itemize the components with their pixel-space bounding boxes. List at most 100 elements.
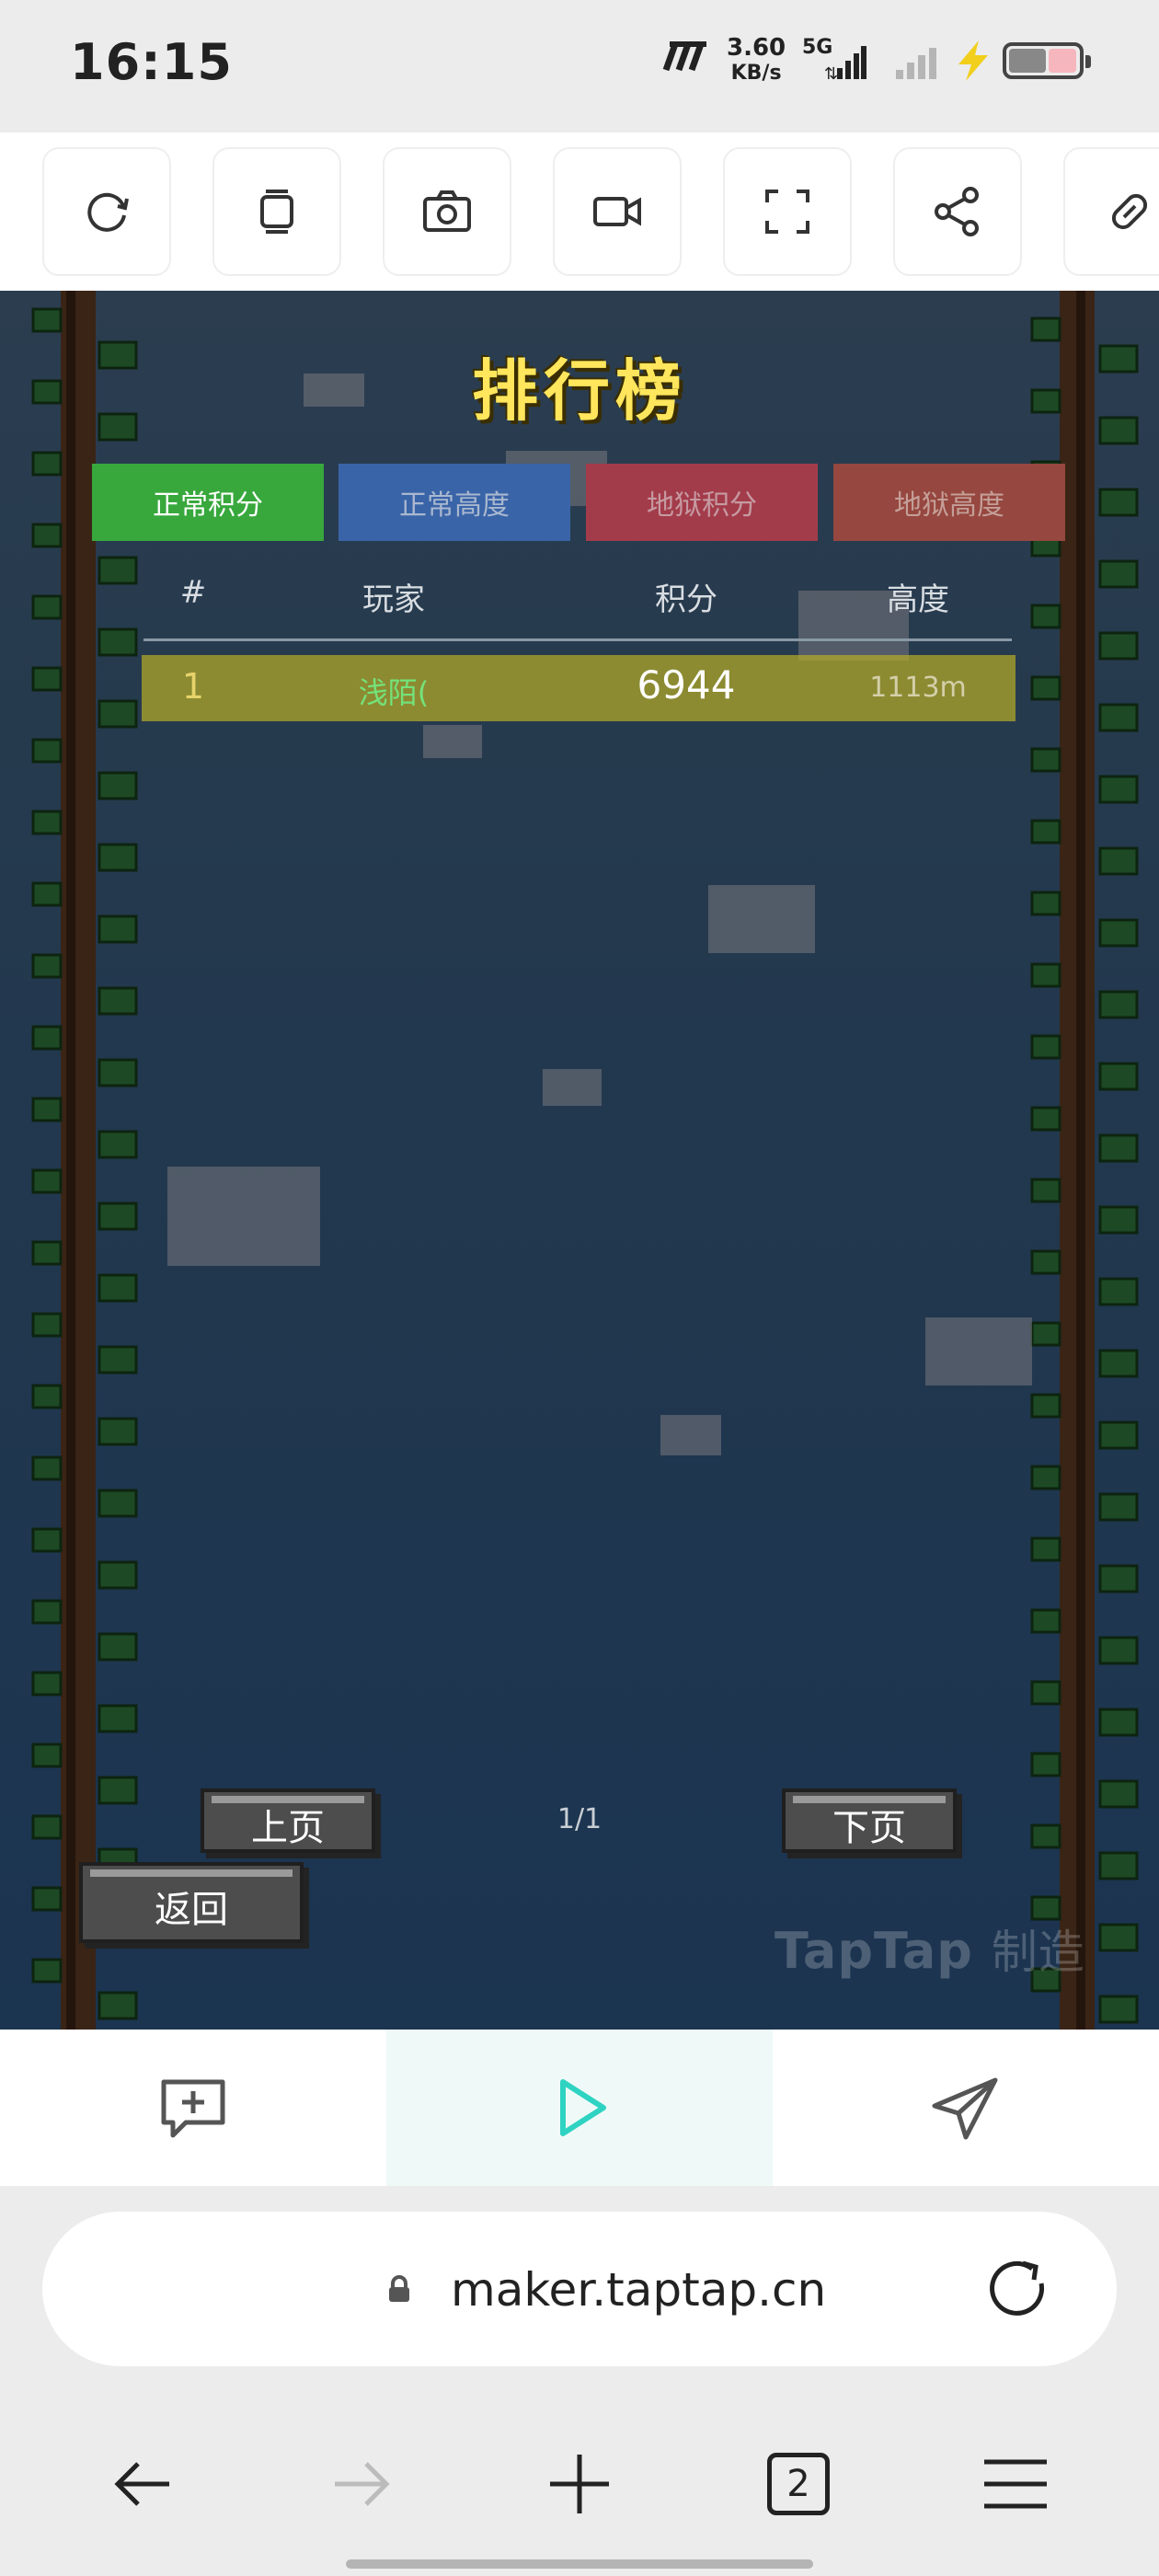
home-indicator: [346, 2559, 813, 2569]
tab-hell-score[interactable]: 地狱积分: [586, 464, 818, 541]
leaf: [31, 307, 63, 333]
leaf: [1098, 990, 1139, 1019]
leaf: [98, 1130, 138, 1159]
leaf: [98, 1704, 138, 1733]
cloud: [423, 725, 482, 758]
arrow-right-icon: [335, 2462, 390, 2506]
new-tab-button[interactable]: [534, 2438, 625, 2530]
leaf: [1098, 1420, 1139, 1450]
url-text[interactable]: maker.taptap.cn: [451, 2263, 826, 2317]
forward-nav-button[interactable]: [315, 2438, 407, 2530]
next-page-button[interactable]: 下页: [782, 1788, 957, 1853]
refresh-button[interactable]: [42, 147, 171, 276]
leaf: [31, 1168, 63, 1194]
leaf: [31, 1527, 63, 1553]
watermark-brand: TapTap: [775, 1922, 973, 1980]
leaf: [1030, 962, 1061, 988]
back-button[interactable]: 返回: [79, 1862, 304, 1943]
reload-icon[interactable]: [981, 2252, 1054, 2326]
tab-normal-height[interactable]: 正常高度: [339, 464, 570, 541]
layers-button[interactable]: [212, 147, 341, 276]
leaf: [1030, 675, 1061, 701]
leaf: [98, 1273, 138, 1303]
cloud: [660, 1415, 721, 1455]
leaf: [98, 1202, 138, 1231]
leaf: [98, 843, 138, 872]
column-header-rank: #: [179, 574, 207, 611]
leaf: [1098, 703, 1139, 732]
leaf: [1030, 1536, 1061, 1562]
leaf: [1030, 747, 1061, 773]
back-nav-button[interactable]: [98, 2438, 189, 2530]
leaf: [31, 594, 63, 620]
leaf: [1098, 1708, 1139, 1737]
video-icon: [593, 197, 641, 226]
leaf: [31, 1671, 63, 1696]
next-page-label: 下页: [832, 1807, 906, 1849]
page-indicator: 1/1: [557, 1803, 602, 1835]
leaf: [1030, 1034, 1061, 1060]
leaf: [1098, 488, 1139, 517]
game-canvas[interactable]: 排行榜 正常积分 正常高度 地狱积分 地狱高度 # 玩家 积分 高度 1 浅陌(…: [0, 291, 1159, 2030]
leaf: [1098, 1277, 1139, 1306]
leaf: [31, 1742, 63, 1768]
leaf: [1030, 1608, 1061, 1634]
leaf: [1030, 1393, 1061, 1419]
feedback-button[interactable]: [0, 2030, 386, 2186]
signal-icon: ⇅: [824, 46, 866, 81]
row-height: 1113m: [869, 672, 967, 704]
leaf: [98, 1417, 138, 1446]
leaf: [1098, 1492, 1139, 1522]
tab-hell-height[interactable]: 地狱高度: [833, 464, 1065, 541]
link-button[interactable]: [1063, 147, 1159, 276]
tab-count: 2: [767, 2453, 830, 2515]
leaf: [31, 881, 63, 907]
leaf: [98, 556, 138, 585]
column-header-height: 高度: [887, 581, 949, 618]
fullscreen-button[interactable]: [723, 147, 852, 276]
leaf: [98, 699, 138, 729]
charging-icon: [958, 40, 988, 81]
leaf: [98, 1776, 138, 1805]
header-divider: [143, 638, 1012, 641]
taptap-watermark: TapTap 制造: [775, 1915, 1085, 1982]
leaf: [98, 1345, 138, 1374]
leaf: [1098, 1349, 1139, 1378]
network-speed: 3.60 KB/s: [727, 35, 786, 86]
tab-normal-score[interactable]: 正常积分: [92, 464, 324, 541]
menu-button[interactable]: [970, 2438, 1061, 2530]
address-bar[interactable]: maker.taptap.cn: [42, 2212, 1117, 2366]
send-button[interactable]: [773, 2030, 1159, 2186]
play-button[interactable]: [386, 2030, 773, 2186]
menu-icon: [984, 2459, 1047, 2509]
screenshot-button[interactable]: [383, 147, 511, 276]
leaf: [1030, 891, 1061, 916]
leaf: [1030, 1465, 1061, 1490]
leaf: [1098, 775, 1139, 804]
share-button[interactable]: [893, 147, 1022, 276]
leaf: [98, 1489, 138, 1518]
record-button[interactable]: [553, 147, 682, 276]
leaf: [31, 666, 63, 692]
back-label: 返回: [155, 1889, 228, 1931]
leaf: [98, 914, 138, 944]
tabs-button[interactable]: 2: [752, 2438, 844, 2530]
cloud: [708, 885, 815, 953]
link-icon: [1111, 193, 1148, 230]
leaf: [31, 1455, 63, 1481]
share-icon: [935, 187, 979, 236]
cloud: [167, 1167, 320, 1266]
leaf: [31, 523, 63, 548]
arrow-left-icon: [114, 2462, 169, 2506]
leaf: [1098, 1133, 1139, 1163]
column-header-score: 积分: [655, 581, 717, 618]
leaf: [1098, 846, 1139, 876]
leaf: [31, 1025, 63, 1051]
leaf: [31, 1097, 63, 1122]
send-icon: [932, 2077, 998, 2140]
speed-value: 3.60: [727, 34, 786, 62]
speed-unit: KB/s: [730, 62, 782, 85]
lock-icon: [389, 2275, 409, 2302]
row-player: 浅陌(: [358, 675, 430, 710]
leaf: [1098, 559, 1139, 589]
